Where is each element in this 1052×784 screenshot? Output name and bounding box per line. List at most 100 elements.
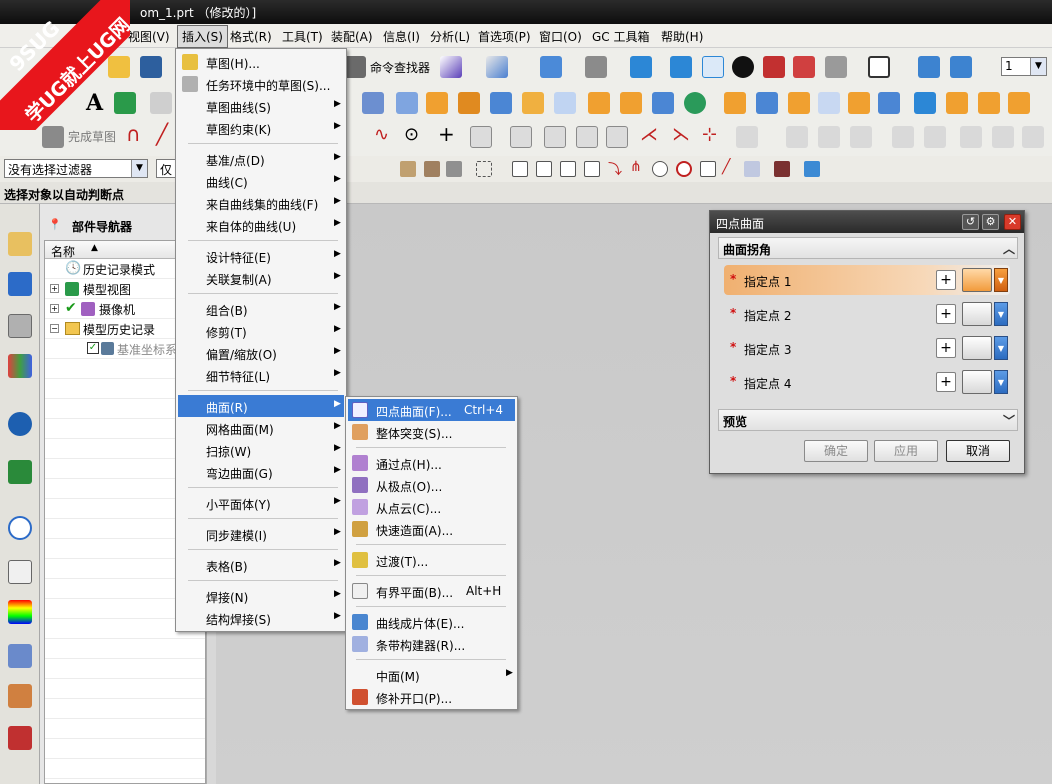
solid-select-icon[interactable] <box>804 161 820 177</box>
background-icon[interactable] <box>825 56 847 78</box>
ok-button[interactable]: 确定 <box>804 440 868 462</box>
chevron-down-icon[interactable]: ▼ <box>994 302 1008 326</box>
view-orient-icon[interactable] <box>585 56 607 78</box>
users-icon[interactable] <box>8 684 32 708</box>
ellipse-icon[interactable]: ⊙ <box>404 124 419 145</box>
roles-icon[interactable] <box>8 644 32 668</box>
point-dialog-icon[interactable]: + <box>936 372 956 392</box>
web-browser-icon[interactable] <box>8 412 32 436</box>
menu-item-mesh-surface[interactable]: 网格曲面(M) ▶ <box>178 417 344 439</box>
menu-item-sketch-constraint[interactable]: 草图约束(K) ▶ <box>178 117 344 139</box>
system-materials-icon[interactable] <box>8 726 32 750</box>
move-icon[interactable] <box>918 56 940 78</box>
color-icon[interactable] <box>868 56 890 78</box>
draft-icon[interactable] <box>878 92 900 114</box>
specify-point-1[interactable]: * 指定点 1 + ▼ <box>724 265 1010 295</box>
snap-point-icon[interactable] <box>512 161 528 177</box>
point-dialog-icon[interactable]: + <box>936 270 956 290</box>
info-select-icon[interactable] <box>486 56 508 78</box>
animate-dim-icon[interactable] <box>924 126 946 148</box>
thicken-icon[interactable] <box>946 92 968 114</box>
extend-curve-icon[interactable]: ⋋ <box>672 124 690 145</box>
point-dialog-icon[interactable]: + <box>936 338 956 358</box>
rect-select-icon[interactable] <box>476 161 492 177</box>
history-icon[interactable] <box>8 460 32 484</box>
wireframe-cube-icon[interactable] <box>702 56 724 78</box>
section-icon[interactable] <box>763 56 785 78</box>
menu-item-design-feature[interactable]: 设计特征(E) ▶ <box>178 245 344 267</box>
constraint-navigator-icon[interactable] <box>8 272 32 296</box>
offset-face-icon[interactable] <box>914 92 936 114</box>
chamfer-icon[interactable] <box>818 92 840 114</box>
control-point-icon[interactable]: ⤵ <box>608 159 622 179</box>
menu-item-four-point-surface[interactable]: 四点曲面(F)... Ctrl+4 <box>348 399 515 421</box>
offset-curve-icon[interactable] <box>510 126 532 148</box>
layer-select[interactable]: 1 ▼ <box>1001 57 1047 76</box>
clock-icon[interactable] <box>8 516 32 540</box>
apply-button[interactable]: 应用 <box>874 440 938 462</box>
menu-view[interactable]: 视图(V) <box>128 28 170 45</box>
menu-gc-toolbox[interactable]: GC 工具箱 <box>592 28 650 45</box>
menu-item-bounded-plane[interactable]: 有界平面(B)... Alt+H <box>348 580 515 602</box>
constraint-icon[interactable] <box>736 126 758 148</box>
menu-window[interactable]: 窗口(O) <box>539 28 582 45</box>
mirror-icon[interactable] <box>620 92 642 114</box>
menu-preferences[interactable]: 首选项(P) <box>478 28 531 45</box>
menu-item-trim[interactable]: 修剪(T) ▶ <box>178 320 344 342</box>
process-studio-icon[interactable] <box>8 560 32 584</box>
collapse-icon[interactable]: − <box>50 324 59 333</box>
pin-icon[interactable]: 📍 <box>48 218 62 231</box>
menu-item-facet-body[interactable]: 小平面体(Y) ▶ <box>178 492 344 514</box>
menu-item-table[interactable]: 表格(B) ▶ <box>178 554 344 576</box>
hole-icon[interactable] <box>426 92 448 114</box>
edge-blend-icon[interactable] <box>788 92 810 114</box>
line-icon[interactable]: ╱ <box>156 122 168 146</box>
menu-analysis[interactable]: 分析(L) <box>430 28 470 45</box>
intersection-icon[interactable]: ⋔ <box>630 159 642 175</box>
close-icon[interactable]: ✕ <box>1004 214 1021 230</box>
patch-icon[interactable] <box>1008 92 1030 114</box>
menu-item-detail-feature[interactable]: 细节特征(L) ▶ <box>178 364 344 386</box>
save-icon[interactable] <box>140 56 162 78</box>
shaded-cube-icon[interactable] <box>630 56 652 78</box>
boss-icon[interactable] <box>458 92 480 114</box>
menu-item-sweep[interactable]: 扫掠(W) ▶ <box>178 439 344 461</box>
snap-icon[interactable] <box>400 161 416 177</box>
specify-point-3[interactable]: * 指定点 3 + ▼ <box>724 333 1010 363</box>
command-finder-label[interactable]: 命令查找器 <box>370 59 430 76</box>
menu-item-rapid-surfacing[interactable]: 快速造面(A)... <box>348 518 515 540</box>
menu-item-global-shaping[interactable]: 整体突变(S)... <box>348 421 515 443</box>
menu-item-surface[interactable]: 曲面(R) ▶ <box>178 395 344 417</box>
end-point-icon[interactable] <box>560 161 576 177</box>
menu-information[interactable]: 信息(I) <box>383 28 420 45</box>
menu-item-derived-curve[interactable]: 来自曲线集的曲线(F) ▶ <box>178 192 344 214</box>
trim-curve-icon[interactable]: ⋌ <box>640 124 658 145</box>
chevron-down-icon[interactable]: ▼ <box>994 268 1008 292</box>
point-dialog-icon[interactable]: + <box>936 304 956 324</box>
auto-constrain-icon[interactable] <box>850 126 872 148</box>
menu-item-sketch[interactable]: 草图(H)... <box>178 51 344 73</box>
point-icon[interactable] <box>150 92 172 114</box>
snap-2-icon[interactable] <box>424 161 440 177</box>
inferred-point-icon[interactable] <box>962 302 992 326</box>
assembly-navigator-icon[interactable] <box>8 232 32 256</box>
menu-item-combine[interactable]: 组合(B) ▶ <box>178 298 344 320</box>
palette-icon[interactable] <box>8 600 32 624</box>
grid-icon[interactable] <box>774 161 790 177</box>
cancel-button[interactable]: 取消 <box>946 440 1010 462</box>
snap-grid-icon[interactable] <box>536 161 552 177</box>
menu-item-curve-from-body[interactable]: 来自体的曲线(U) ▶ <box>178 214 344 236</box>
extrude-icon[interactable] <box>362 92 384 114</box>
expand-icon[interactable]: + <box>50 284 59 293</box>
trim-body-icon[interactable] <box>756 92 778 114</box>
menu-assembly[interactable]: 装配(A) <box>331 28 373 45</box>
show-constraints-icon[interactable] <box>892 126 914 148</box>
menu-format[interactable]: 格式(R) <box>230 28 272 45</box>
pattern-icon[interactable] <box>588 92 610 114</box>
reset-icon[interactable]: ↺ <box>962 214 979 230</box>
inferred-point-icon[interactable] <box>962 370 992 394</box>
specify-point-4[interactable]: * 指定点 4 + ▼ <box>724 367 1010 397</box>
chevron-down-icon[interactable]: ▼ <box>994 336 1008 360</box>
perimeter-dim-icon[interactable] <box>818 126 840 148</box>
shell-icon[interactable] <box>848 92 870 114</box>
